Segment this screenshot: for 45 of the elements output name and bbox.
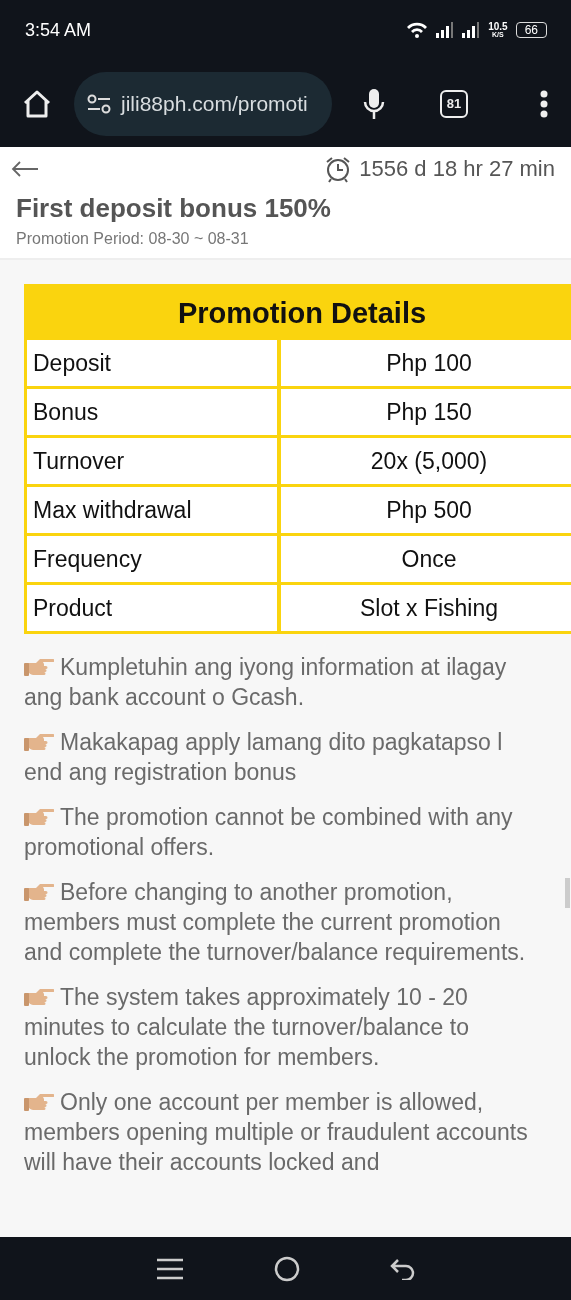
countdown-timer: 1556 d 18 hr 27 min xyxy=(359,156,555,182)
rule-text: Only one account per member is allowed, members opening multiple or fraudulent accounts will have their accounts locked and xyxy=(24,1089,528,1175)
home-circle-icon[interactable] xyxy=(274,1255,301,1282)
table-cell: Bonus xyxy=(27,389,277,435)
microphone-icon[interactable] xyxy=(362,87,386,120)
table-cell: Frequency xyxy=(27,536,277,582)
menu-icon[interactable] xyxy=(154,1257,185,1280)
table-cell: Deposit xyxy=(27,340,277,386)
pointing-hand-icon xyxy=(24,986,54,1008)
site-settings-icon[interactable] xyxy=(87,93,111,114)
scrollbar-thumb[interactable] xyxy=(565,878,570,908)
pointing-hand-icon xyxy=(24,1091,54,1113)
more-menu-icon[interactable] xyxy=(540,89,548,118)
table-cell: 20x (5,000) xyxy=(281,438,571,484)
back-arrow-icon[interactable] xyxy=(11,161,39,177)
rule-text: Makakapag apply lamang dito pagkatapso l end ang registration bonus xyxy=(24,729,503,785)
rule-text: The promotion cannot be combined with any promotional offers. xyxy=(24,804,513,860)
status-time: 3:54 AM xyxy=(25,19,92,41)
signal-icon xyxy=(436,22,455,38)
table-cell: Product xyxy=(27,585,277,631)
table-cell: Once xyxy=(281,536,571,582)
address-bar[interactable]: jili88ph.com/promoti xyxy=(74,71,332,136)
promotion-title: First deposit bonus 150% xyxy=(16,193,332,224)
table-cell: Turnover xyxy=(27,438,277,484)
battery-indicator: 66 xyxy=(515,22,547,38)
tab-count-button[interactable]: 81 xyxy=(440,89,468,118)
back-icon[interactable] xyxy=(390,1257,417,1280)
table-cell: Max withdrawal xyxy=(27,487,277,533)
pointing-hand-icon xyxy=(24,806,54,828)
promotion-period: Promotion Period: 08-30 ~ 08-31 xyxy=(16,230,250,248)
rule-text: Before changing to another promotion, members must complete the current promotion and complete the turnover/balance requirements. xyxy=(24,879,526,965)
signal-icon xyxy=(462,22,481,38)
wifi-icon xyxy=(406,21,429,39)
table-title: Promotion Details xyxy=(176,296,428,331)
home-icon[interactable] xyxy=(22,88,52,119)
network-speed: 10.5 xyxy=(488,21,508,31)
pointing-hand-icon xyxy=(24,656,54,678)
table-cell: Php 500 xyxy=(281,487,571,533)
rule-text: The system takes approximately 10 - 20 minutes to calculate the turnover/balance to unlock the promotion for members. xyxy=(24,984,469,1070)
pointing-hand-icon xyxy=(24,881,54,903)
table-cell: Slot x Fishing xyxy=(281,585,571,631)
pointing-hand-icon xyxy=(24,731,54,753)
rule-text: Kumpletuhin ang iyong information at ilagay ang bank account o Gcash. xyxy=(24,654,507,710)
table-cell: Php 150 xyxy=(281,389,571,435)
table-cell: Php 100 xyxy=(281,340,571,386)
